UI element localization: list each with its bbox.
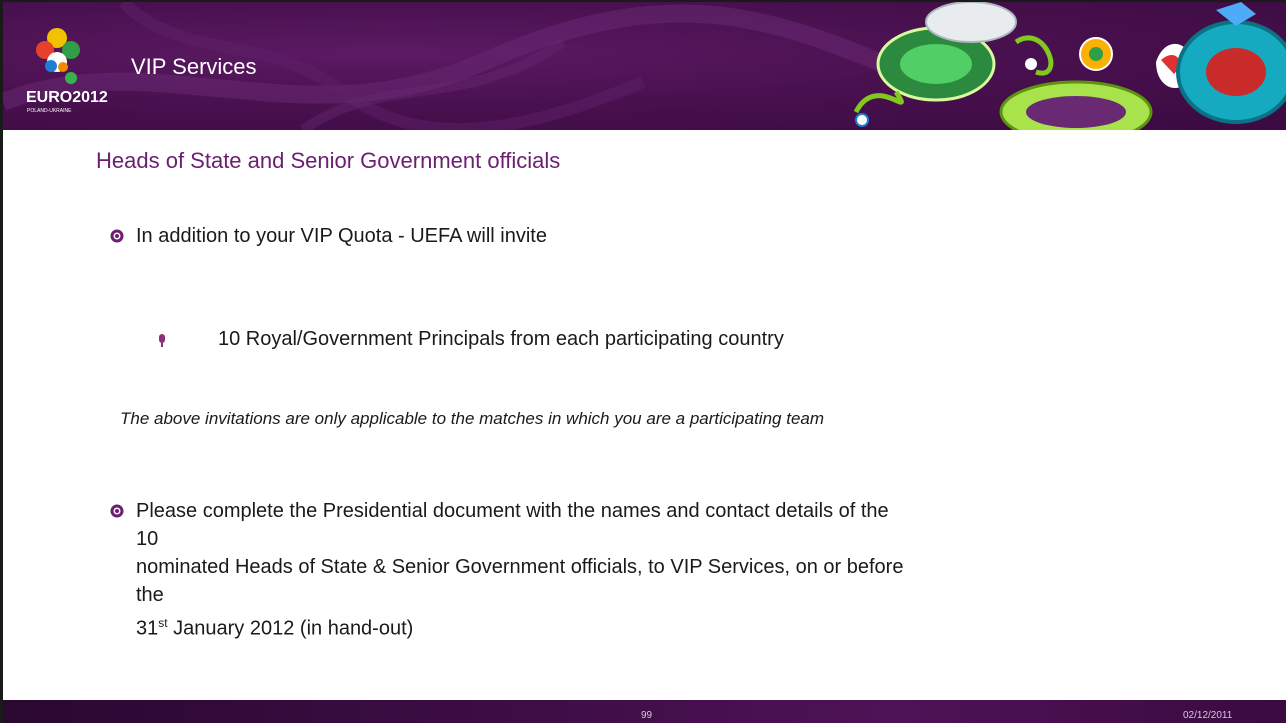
logo-subtext: POLAND-UKRAINE [27,108,72,114]
logo-text: EURO2012 [26,89,108,106]
bullet-line: Please complete the Presidential documen… [136,500,889,550]
bullet-icon [110,504,124,518]
note-text: The above invitations are only applicabl… [120,409,825,428]
sub-bullet-text: 10 Royal/Government Principals from each… [218,328,784,350]
bullet-item: In addition to your VIP Quota - UEFA wil… [110,222,547,250]
slide-footer: 99 02/12/2011 [3,700,1286,723]
bullet-line: January 2012 (in hand-out) [167,617,414,640]
bullet-line: nominated Heads of State & Senior Govern… [136,556,904,606]
page-number: 99 [641,710,653,721]
bullet-text: Please complete the Presidential documen… [136,497,910,643]
ordinal-suffix: st [158,616,168,630]
bullet-item: Please complete the Presidential documen… [110,497,910,643]
bullet-line: 31 [136,617,159,640]
slide-header: EURO2012 POLAND-UKRAINE VIP Services [3,2,1286,130]
stadium-flowers-decoration [853,2,1286,130]
bullet-icon [110,229,124,243]
slide-subtitle: Heads of State and Senior Government off… [96,148,561,173]
footer-date: 02/12/2011 [1183,710,1233,721]
euro2012-logo: EURO2012 POLAND-UKRAINE [26,28,108,114]
header-title: VIP Services [131,54,257,79]
sub-bullet-icon [159,334,165,347]
bullet-text: In addition to your VIP Quota - UEFA wil… [136,225,547,247]
